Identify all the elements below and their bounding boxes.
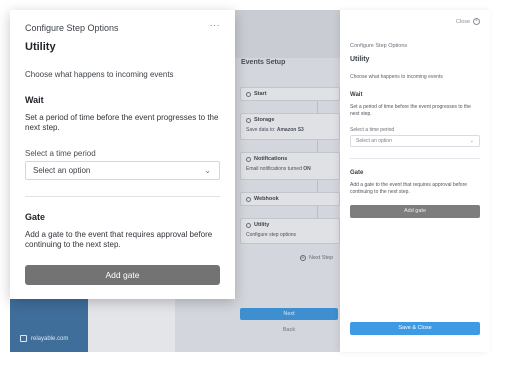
card-subtitle: Email notifications turned — [246, 166, 302, 172]
close-icon: × — [473, 18, 480, 25]
panel-kicker: Configure Step Options — [350, 43, 408, 49]
panel-wait-heading: Wait — [350, 92, 363, 98]
modal-time-period-select[interactable]: Select an option ⌄ — [25, 161, 220, 180]
panel-divider — [350, 158, 480, 159]
panel-time-period-select[interactable]: Select an option ⌄ — [350, 135, 480, 147]
configure-step-modal-zoom: Configure Step Options ··· Utility Choos… — [10, 10, 235, 299]
panel-wait-text: Set a period of time before the event pr… — [350, 104, 471, 117]
modal-gate-heading: Gate — [25, 212, 46, 222]
chevron-down-icon: ⌄ — [204, 166, 211, 175]
event-card-storage[interactable]: Storage Save data to: Amazon S3 — [240, 113, 340, 140]
card-title: Utility — [254, 222, 270, 228]
bell-icon — [246, 156, 251, 162]
modal-select-label: Select a time period — [25, 149, 96, 158]
step-connector — [317, 206, 318, 218]
save-and-close-button[interactable]: Save & Close — [350, 322, 480, 335]
brand-link[interactable]: relayable.com — [20, 335, 68, 342]
modal-gate-text: Add a gate to the event that requires ap… — [25, 230, 213, 249]
back-button[interactable]: Back — [240, 325, 338, 335]
card-title: Start — [254, 91, 267, 97]
event-card-notifications[interactable]: Notifications Email notifications turned… — [240, 152, 340, 180]
play-icon — [246, 91, 251, 97]
events-setup-title: Events Setup — [241, 59, 286, 66]
next-button[interactable]: Next — [240, 308, 338, 320]
configure-step-side-panel: Close × Configure Step Options Utility C… — [340, 10, 490, 352]
modal-wait-heading: Wait — [25, 95, 44, 105]
select-placeholder: Select an option — [33, 166, 91, 175]
brand-label: relayable.com — [31, 335, 69, 342]
select-placeholder: Select an option — [356, 138, 392, 144]
modal-wait-text: Set a period of time before the event pr… — [25, 113, 219, 132]
step-connector — [317, 101, 318, 113]
wrench-icon — [246, 222, 251, 228]
panel-gate-text: Add a gate to the event that requires ap… — [350, 182, 468, 195]
card-subtitle: Save data to: — [246, 127, 276, 133]
step-connector — [317, 180, 318, 192]
event-card-webhook[interactable]: Webhook — [240, 192, 340, 206]
add-next-step-link[interactable]: + Next Step — [300, 255, 333, 261]
panel-description: Choose what happens to incoming events — [350, 74, 443, 80]
external-link-icon — [20, 335, 27, 342]
card-title: Notifications — [254, 156, 288, 162]
panel-add-gate-button[interactable]: Add gate — [350, 205, 480, 218]
modal-add-gate-button[interactable]: Add gate — [25, 265, 220, 285]
card-subtitle-value: Amazon S3 — [276, 127, 304, 133]
card-title: Storage — [254, 117, 275, 123]
card-subtitle-value: ON — [303, 166, 311, 172]
card-title: Webhook — [254, 196, 279, 202]
event-card-utility[interactable]: Utility Configure step options — [240, 218, 340, 244]
panel-title: Utility — [350, 56, 370, 63]
panel-select-label: Select a time period — [350, 127, 395, 133]
plus-icon: + — [300, 255, 306, 261]
more-options-icon[interactable]: ··· — [210, 20, 221, 30]
card-subtitle: Configure step options — [246, 232, 297, 238]
panel-gate-heading: Gate — [350, 170, 364, 176]
event-card-start[interactable]: Start — [240, 87, 340, 101]
modal-title: Utility — [25, 41, 56, 53]
next-step-label: Next Step — [309, 255, 334, 261]
database-icon — [246, 117, 251, 123]
step-connector — [317, 140, 318, 152]
webhook-icon — [246, 196, 251, 202]
close-label: Close — [455, 18, 470, 25]
modal-kicker: Configure Step Options — [25, 23, 119, 33]
chevron-down-icon: ⌄ — [469, 138, 474, 144]
modal-description: Choose what happens to incoming events — [25, 70, 174, 79]
modal-divider — [25, 196, 220, 197]
close-button[interactable]: Close × — [456, 18, 480, 25]
